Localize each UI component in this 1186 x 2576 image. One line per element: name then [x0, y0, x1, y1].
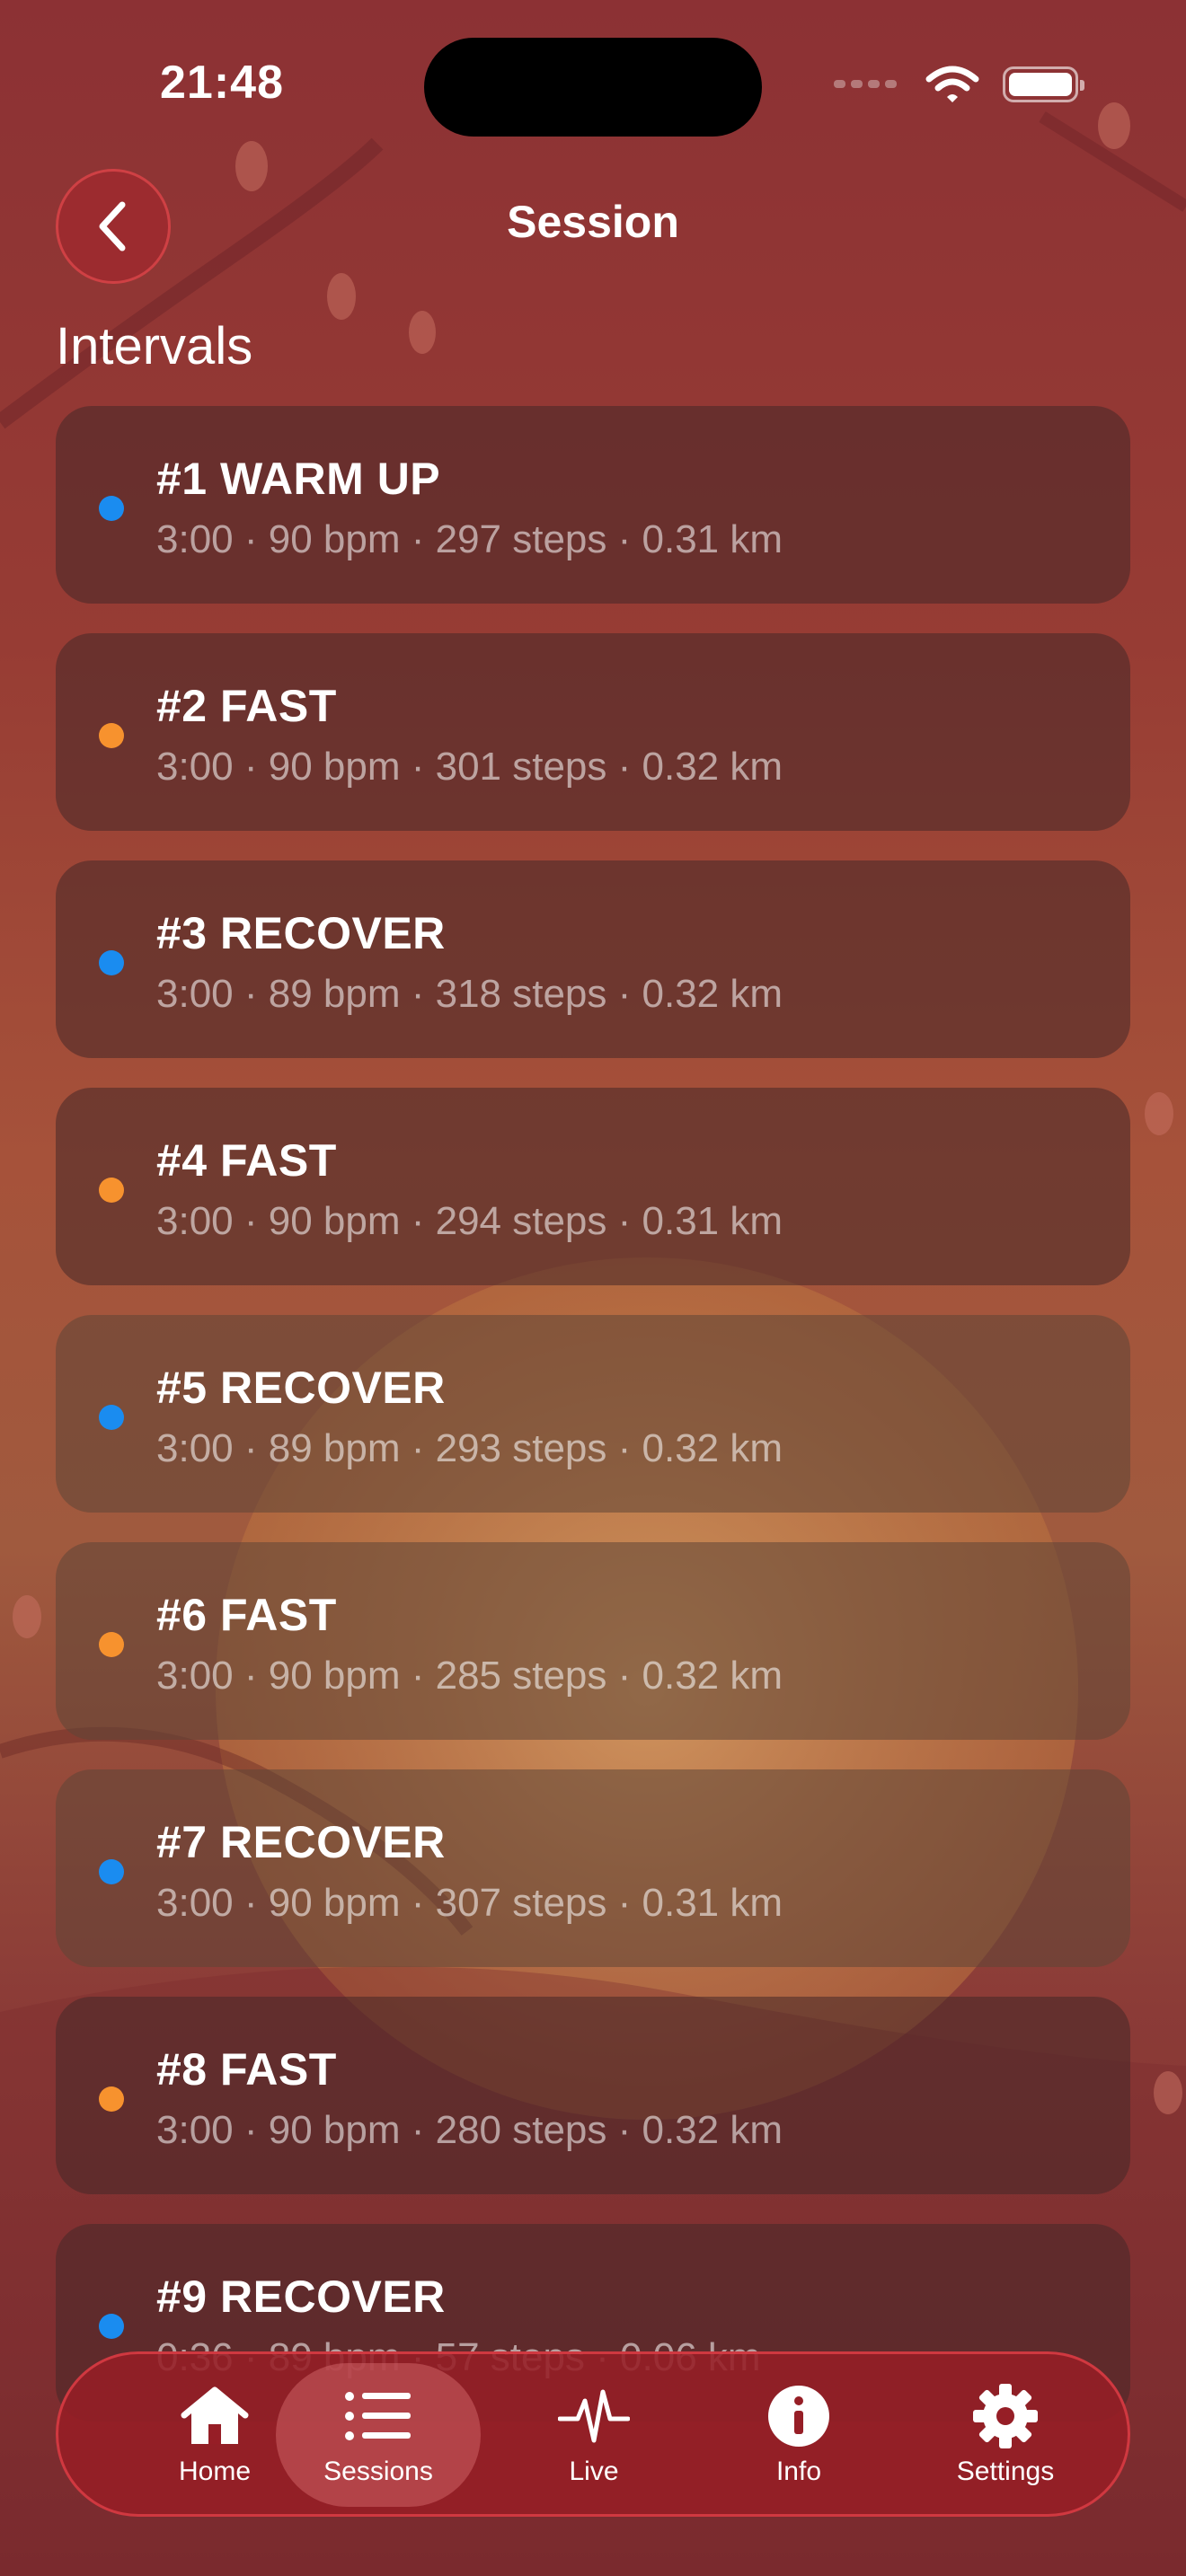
interval-title: #2 FAST — [156, 681, 337, 731]
interval-dot — [99, 950, 124, 975]
interval-details: 3:00 · 90 bpm · 280 steps · 0.32 km — [156, 2108, 783, 2152]
interval-dot — [99, 1178, 124, 1203]
interval-dot — [99, 723, 124, 748]
interval-card[interactable]: #4 FAST 3:00 · 90 bpm · 294 steps · 0.31… — [56, 1088, 1130, 1285]
interval-details: 3:00 · 90 bpm · 301 steps · 0.32 km — [156, 745, 783, 789]
interval-card[interactable]: #5 RECOVER 3:00 · 89 bpm · 293 steps · 0… — [56, 1315, 1130, 1513]
interval-card[interactable]: #3 RECOVER 3:00 · 89 bpm · 318 steps · 0… — [56, 860, 1130, 1058]
interval-card[interactable]: #8 FAST 3:00 · 90 bpm · 280 steps · 0.32… — [56, 1997, 1130, 2194]
interval-list: #1 WARM UP 3:00 · 90 bpm · 297 steps · 0… — [56, 406, 1130, 2451]
section-title: Intervals — [56, 317, 253, 375]
tab-live[interactable]: Live — [491, 2363, 696, 2507]
interval-dot — [99, 2086, 124, 2112]
interval-title: #8 FAST — [156, 2044, 337, 2095]
tab-label: Home — [178, 2457, 252, 2486]
tab-bar: Home Sessions Live Info Settings — [56, 2351, 1130, 2517]
interval-dot — [99, 1859, 124, 1884]
interval-dot — [99, 1632, 124, 1657]
page-title: Session — [507, 197, 679, 247]
interval-details: 3:00 · 89 bpm · 318 steps · 0.32 km — [156, 972, 783, 1016]
wifi-icon — [925, 66, 979, 102]
interval-details: 3:00 · 90 bpm · 294 steps · 0.31 km — [156, 1199, 783, 1243]
house-icon — [181, 2386, 249, 2444]
heartbeat-icon — [558, 2389, 630, 2443]
interval-card[interactable]: #1 WARM UP 3:00 · 90 bpm · 297 steps · 0… — [56, 406, 1130, 604]
interval-title: #7 RECOVER — [156, 1817, 446, 1867]
tab-settings[interactable]: Settings — [903, 2363, 1108, 2507]
interval-dot — [99, 1405, 124, 1430]
interval-title: #4 FAST — [156, 1135, 337, 1186]
tab-label: Info — [775, 2457, 822, 2486]
battery-icon — [1003, 66, 1084, 102]
tab-label: Sessions — [323, 2457, 433, 2486]
tab-info[interactable]: Info — [696, 2363, 901, 2507]
interval-card[interactable]: #2 FAST 3:00 · 90 bpm · 301 steps · 0.32… — [56, 633, 1130, 831]
status-icons — [834, 65, 1084, 104]
interval-card[interactable]: #7 RECOVER 3:00 · 90 bpm · 307 steps · 0… — [56, 1769, 1130, 1967]
interval-dot — [99, 496, 124, 521]
list-icon — [345, 2392, 411, 2440]
interval-title: #1 WARM UP — [156, 454, 441, 504]
tab-label: Live — [569, 2457, 619, 2486]
gear-icon — [973, 2384, 1038, 2448]
interval-dot — [99, 2314, 124, 2339]
interval-details: 3:00 · 90 bpm · 307 steps · 0.31 km — [156, 1881, 783, 1925]
interval-details: 3:00 · 90 bpm · 297 steps · 0.31 km — [156, 517, 783, 561]
dynamic-island — [424, 38, 762, 137]
interval-title: #5 RECOVER — [156, 1363, 446, 1413]
tab-sessions[interactable]: Sessions — [276, 2363, 481, 2507]
interval-title: #3 RECOVER — [156, 908, 446, 958]
interval-title: #9 RECOVER — [156, 2272, 446, 2322]
interval-title: #6 FAST — [156, 1590, 337, 1640]
interval-details: 3:00 · 89 bpm · 293 steps · 0.32 km — [156, 1426, 783, 1470]
status-time: 21:48 — [160, 57, 284, 109]
cellular-signal-icon — [834, 76, 902, 93]
info-icon — [768, 2386, 829, 2447]
interval-card[interactable]: #6 FAST 3:00 · 90 bpm · 285 steps · 0.32… — [56, 1542, 1130, 1740]
status-bar: 21:48 — [0, 0, 1186, 171]
interval-details: 3:00 · 90 bpm · 285 steps · 0.32 km — [156, 1654, 783, 1698]
tab-label: Settings — [956, 2457, 1055, 2486]
